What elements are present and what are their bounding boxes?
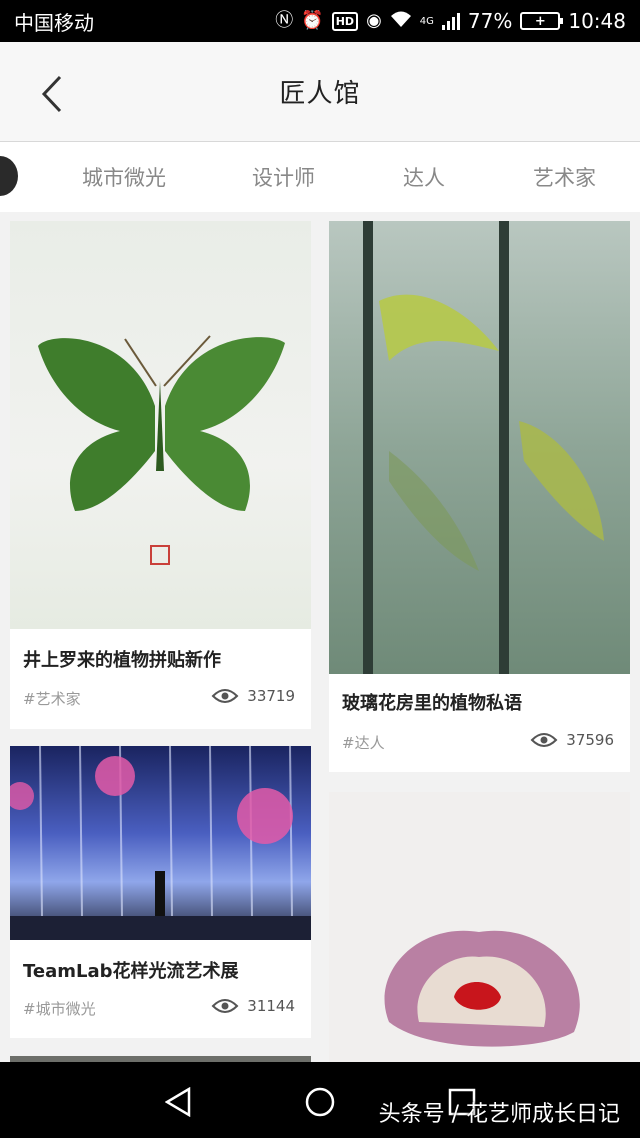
app-header: 匠人馆 [0,42,640,142]
card-tag[interactable]: #达人 [342,732,385,753]
eye-comfort-icon: ◉ [366,10,382,31]
system-nav-bar: 头条号 / 花艺师成长日记 [0,1062,640,1138]
card-image-butterfly [10,221,311,629]
card-views: 33719 [211,687,295,705]
eye-icon [530,733,558,747]
article-card[interactable]: TeamLab花样光流艺术展 #城市微光 31144 [10,746,311,1038]
clock: 10:48 [568,9,626,33]
chevron-left-icon [41,75,62,113]
card-image-teamlab [10,746,311,940]
battery-percent: 77% [467,9,513,33]
eye-icon [211,999,239,1013]
card-views: 31144 [211,997,295,1015]
card-tag[interactable]: #艺术家 [23,688,81,709]
page-title: 匠人馆 [279,79,361,109]
network-type: 4G [419,15,434,27]
nav-home-button[interactable] [300,1082,340,1122]
view-count: 37596 [566,731,614,749]
card-image-flower [329,792,630,1062]
card-views: 37596 [530,731,614,749]
tab-expert[interactable]: 达人 [403,162,445,192]
back-button[interactable] [30,72,74,116]
status-icons: Ⓝ ⏰ HD ◉ 4G 77% + 10:48 [275,9,626,33]
card-title: 井上罗来的植物拼贴新作 [23,650,221,671]
article-card-partial[interactable] [329,792,630,1062]
circle-home-icon [305,1087,335,1117]
view-count: 31144 [247,997,295,1015]
tab-city-light[interactable]: 城市微光 [82,162,166,192]
tab-scroll-indicator [0,156,18,196]
status-bar: 中国移动 Ⓝ ⏰ HD ◉ 4G 77% + 10:48 [0,0,640,42]
hd-icon: HD [331,11,359,31]
triangle-back-icon [165,1087,191,1117]
tab-designer[interactable]: 设计师 [252,162,315,192]
card-title: 玻璃花房里的植物私语 [342,693,522,714]
watermark-text: 头条号 / 花艺师成长日记 [378,1102,620,1127]
article-card[interactable]: 玻璃花房里的植物私语 #达人 37596 [329,221,630,772]
signal-icon [441,12,460,30]
card-image-glasshouse [329,221,630,674]
category-tabs: 城市微光 设计师 达人 艺术家 [0,142,640,212]
nav-back-button[interactable] [158,1082,198,1122]
tab-artist[interactable]: 艺术家 [533,162,596,192]
wifi-icon [390,10,412,32]
eye-icon [211,689,239,703]
card-title: TeamLab花样光流艺术展 [23,961,239,982]
battery-icon: + [520,12,564,30]
article-card[interactable]: 井上罗来的植物拼贴新作 #艺术家 33719 [10,221,311,729]
alarm-icon: ⏰ [301,10,324,31]
card-tag[interactable]: #城市微光 [23,998,96,1019]
carrier-label: 中国移动 [14,10,94,35]
nfc-icon: Ⓝ [275,10,294,31]
view-count: 33719 [247,687,295,705]
